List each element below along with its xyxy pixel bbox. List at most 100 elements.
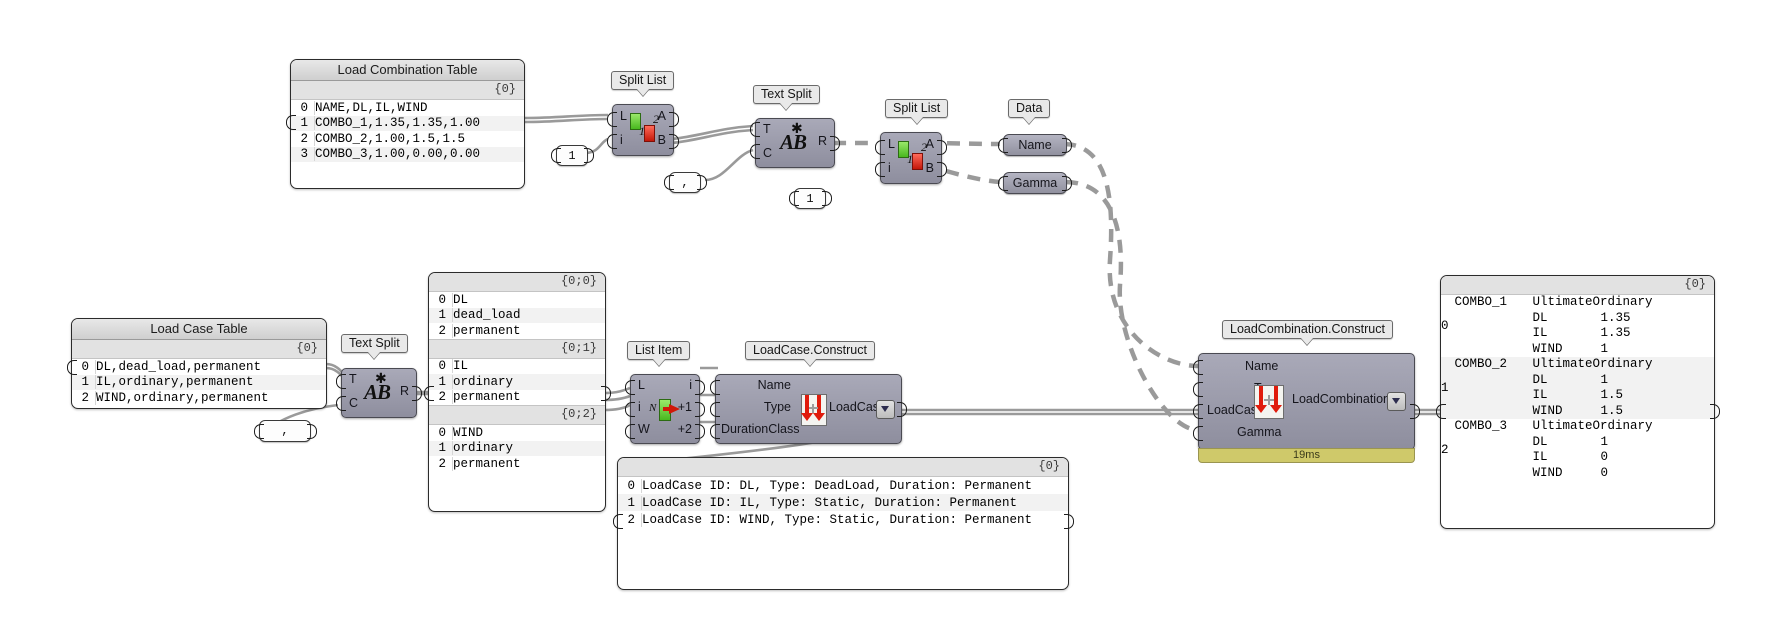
port-gamma-out[interactable]: [1062, 176, 1072, 191]
port-li-i[interactable]: [625, 402, 635, 417]
port-li-out-1[interactable]: [695, 402, 705, 417]
port-lcombo-loadcase[interactable]: [1193, 404, 1203, 419]
factor-gamma: 1: [1600, 341, 1609, 356]
port-index1b-out[interactable]: [822, 191, 832, 206]
table-row: 2 WIND,ordinary,permanent: [72, 390, 326, 406]
port-label-i-out: i: [689, 378, 692, 392]
split-list-icon: 1 2: [627, 112, 661, 142]
port-lcc-duration[interactable]: [710, 424, 720, 439]
port-index1b-in[interactable]: [789, 191, 799, 206]
port-split1-B[interactable]: [669, 134, 679, 149]
output-dropdown-icon[interactable]: [1387, 392, 1406, 411]
table-row: 1 COMBO_1,1.35,1.35,1.00: [291, 115, 524, 131]
port-ts1-T[interactable]: [750, 122, 760, 137]
component-split-list-2[interactable]: L i A B 1 2: [880, 132, 942, 184]
port-lcombo-gamma[interactable]: [1193, 426, 1203, 441]
port-lcc-name[interactable]: [710, 380, 720, 395]
port-ts2-T[interactable]: [336, 374, 346, 389]
port-name-in[interactable]: [998, 138, 1008, 153]
text-split-icon: AB ✱: [780, 122, 807, 154]
port-lcc-out[interactable]: [897, 402, 907, 417]
item-index: 0: [1441, 319, 1449, 333]
factor-gamma: 1.5: [1600, 388, 1624, 402]
factor-case: DL: [1532, 434, 1548, 449]
loadcombination-result-panel[interactable]: {0} 0 COMBO_1 UltimateOrdinary DL 1.35 IL 1…: [1440, 275, 1715, 529]
component-loadcase-construct[interactable]: Name Type DurationClass LoadCase: [715, 374, 902, 444]
port-ts2-R[interactable]: [412, 386, 422, 401]
load-combination-table-panel[interactable]: Load Combination Table {0} 0 NAME,DL,IL,…: [290, 59, 525, 189]
port-gamma-in[interactable]: [998, 176, 1008, 191]
port-comma1-out[interactable]: [697, 175, 707, 190]
panel-rows: 0 DL,dead_load,permanent 1 IL,ordinary,p…: [72, 359, 326, 406]
table-row: 0 NAME,DL,IL,WIND: [291, 100, 524, 116]
port-ts2-C[interactable]: [336, 396, 346, 411]
component-text-split-2[interactable]: T C R AB ✱: [341, 368, 417, 418]
construct-icon: [801, 394, 827, 426]
component-loadcombination-construct[interactable]: Name Type LoadCase Gamma LoadCombination…: [1198, 353, 1415, 450]
component-split-list-1[interactable]: L i A B 1 2: [612, 104, 674, 156]
port-lcombores-in[interactable]: [1436, 404, 1446, 419]
port-tree-in[interactable]: [424, 386, 434, 401]
plate-text-split-2: Text Split: [341, 334, 408, 359]
split-tree-panel[interactable]: {0;0} 0 DL 1 dead_load 2 permanent {0;1}…: [428, 272, 606, 512]
port-li-out-2[interactable]: [695, 424, 705, 439]
port-comma2-out[interactable]: [307, 424, 317, 439]
factor-case: DL: [1532, 372, 1548, 387]
port-lcase-out[interactable]: [67, 360, 77, 375]
port-li-W[interactable]: [625, 424, 635, 439]
loadcase-result-panel[interactable]: {0} 0 LoadCase ID: DL, Type: DeadLoad, D…: [617, 457, 1069, 590]
port-split1-i[interactable]: [607, 134, 617, 149]
port-li-L[interactable]: [625, 380, 635, 395]
plate-data: Data: [1008, 99, 1051, 124]
construct-icon: [1254, 385, 1284, 419]
port-index1a-in[interactable]: [551, 148, 561, 163]
port-split1-A[interactable]: [669, 112, 679, 127]
port-lcc-type[interactable]: [710, 402, 720, 417]
branch-header: {0;2}: [429, 405, 605, 425]
port-split1-L[interactable]: [607, 112, 617, 127]
load-case-table-panel[interactable]: Load Case Table {0} 0 DL,dead_load,perma…: [71, 318, 327, 409]
factor-gamma: 0: [1600, 465, 1609, 480]
panel-rows: 0 LoadCase ID: DL, Type: DeadLoad, Durat…: [618, 477, 1068, 528]
component-text-split-1[interactable]: T C R AB ✱: [755, 118, 835, 168]
port-split2-B[interactable]: [937, 162, 947, 177]
table-row: 0 LoadCase ID: DL, Type: DeadLoad, Durat…: [618, 477, 1068, 494]
port-lcombo-type[interactable]: [1193, 382, 1203, 397]
port-lcres-out[interactable]: [1064, 514, 1074, 529]
port-ts1-R[interactable]: [830, 136, 840, 151]
table-row: 0 IL: [429, 359, 605, 375]
param-comma-2[interactable]: ,: [259, 420, 311, 442]
plate-split-list-2: Split List: [885, 99, 949, 124]
port-comma1-in[interactable]: [664, 175, 674, 190]
output-dropdown-icon[interactable]: [876, 400, 895, 419]
port-tree-out[interactable]: [601, 386, 611, 401]
port-split2-L[interactable]: [875, 140, 885, 155]
param-gamma[interactable]: Gamma: [1003, 172, 1067, 194]
panel-branch-header: {0}: [1441, 276, 1714, 295]
port-lcombores-out[interactable]: [1710, 404, 1720, 419]
port-split2-i[interactable]: [875, 162, 885, 177]
port-lcombo-out[interactable]: [1410, 404, 1420, 419]
port-lcres-in[interactable]: [613, 514, 623, 529]
table-row: 1 IL,ordinary,permanent: [72, 374, 326, 390]
port-label-L: L: [888, 137, 895, 151]
port-li-out-i[interactable]: [695, 380, 705, 395]
item-index: 2: [1441, 443, 1449, 457]
param-name[interactable]: Name: [1003, 134, 1067, 156]
grasshopper-canvas[interactable]: Load Combination Table {0} 0 NAME,DL,IL,…: [0, 0, 1783, 639]
panel-branch-header: {0}: [291, 81, 524, 100]
panel-rows: 0 NAME,DL,IL,WIND 1 COMBO_1,1.35,1.35,1.…: [291, 100, 524, 162]
port-ts1-C[interactable]: [750, 144, 760, 159]
plate-tail: [803, 359, 816, 366]
port-comma2-in[interactable]: [254, 424, 264, 439]
component-timer: 19ms: [1198, 448, 1415, 463]
port-index1a-out[interactable]: [584, 148, 594, 163]
factor-case: WIND: [1532, 341, 1563, 356]
port-name-out[interactable]: [1062, 138, 1072, 153]
port-split2-A[interactable]: [937, 140, 947, 155]
component-list-item[interactable]: L i W i +1 +2 N: [630, 374, 700, 444]
factor-case: WIND: [1532, 465, 1563, 480]
port-label-i: i: [888, 161, 891, 175]
port-lct-out[interactable]: [286, 115, 296, 130]
port-lcombo-name[interactable]: [1193, 360, 1203, 375]
